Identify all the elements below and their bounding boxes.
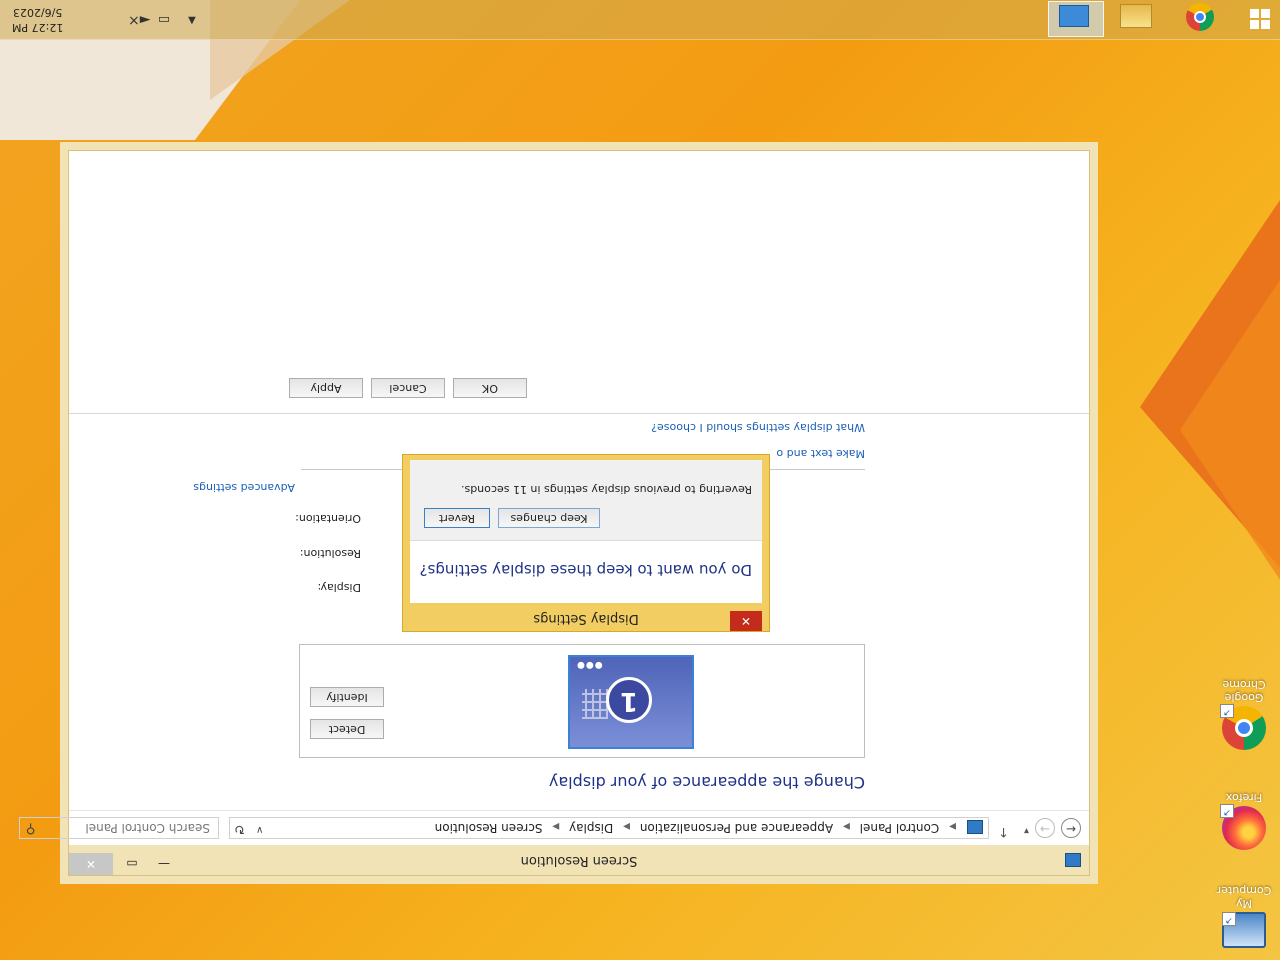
title-bar[interactable]: Screen Resolution — ▭ ✕ [69,845,1089,875]
countdown-message: Reverting to previous display settings i… [461,483,752,496]
control-panel-icon [967,820,983,834]
dialog-close-button[interactable]: ✕ [730,611,762,631]
apply-button[interactable]: Apply [289,378,363,398]
ok-button[interactable]: OK [453,378,527,398]
dialog-body: Do you want to keep these display settin… [410,460,762,603]
firefox-icon: ↗ [1220,804,1266,850]
orientation-label: Orientation: [295,512,361,525]
recent-locations-icon[interactable]: ▾ [1024,825,1029,836]
keep-changes-button[interactable]: Keep changes [498,508,600,528]
grid-icon [582,689,608,719]
text-size-link[interactable]: Make text and o [776,447,865,460]
wallpaper-facet [1180,280,1280,580]
speaker-muted-icon[interactable]: ◄× [128,12,151,28]
control-panel-icon [1059,5,1089,27]
up-button[interactable]: ↑ [998,824,1009,839]
desktop-icon-label: My Computer [1216,884,1272,910]
close-button[interactable]: ✕ [69,853,113,875]
desktop-icon-label: Google Chrome [1222,678,1266,704]
dots-icon: ●●● [576,660,603,670]
desktop: ↗ My Computer ↗ Firefox ↗ Google Chrome … [0,0,1280,960]
advanced-settings-link[interactable]: Advanced settings [193,481,295,494]
display-settings-dialog: Display Settings ✕ Do you want to keep t… [402,454,770,632]
cancel-button[interactable]: Cancel [371,378,445,398]
monitor-1[interactable]: 1 ●●● [568,655,694,749]
folder-icon [1120,4,1152,28]
chevron-right-icon[interactable]: ▶ [843,821,850,831]
breadcrumb: ▶ Control Panel ▶ Appearance and Persona… [435,821,962,835]
search-icon[interactable]: ⚲ [26,821,36,836]
page-title: Change the appearance of your display [548,773,865,792]
system-tray: ▲ ▭ ◄× 12:27 PM 5/6/2023 [0,0,260,39]
computer-icon: ↗ [1222,912,1266,948]
show-hidden-icons-icon[interactable]: ▲ [188,15,196,26]
refresh-icon[interactable]: ↻ [234,821,245,836]
dialog-question: Do you want to keep these display settin… [419,561,752,579]
address-bar-row: ← → ▾ ↑ ▶ Control Panel ▶ Appearance and… [19,810,1089,845]
taskbar-control-panel[interactable] [1048,1,1104,37]
breadcrumb-appearance[interactable]: Appearance and Personalization [640,821,833,835]
search-input[interactable]: Search Control Panel ⚲ [19,817,219,839]
identify-button[interactable]: Identify [310,687,384,707]
chrome-icon: ↗ [1220,704,1266,750]
chevron-right-icon[interactable]: ▶ [623,821,630,831]
taskbar-file-explorer[interactable] [1110,1,1166,37]
desktop-icon-firefox[interactable]: ↗ Firefox [1214,791,1274,850]
minimize-button[interactable]: — [149,853,179,875]
monitor-preview-area: 1 ●●● Identify Detect [299,644,865,758]
chevron-down-icon[interactable]: ∨ [256,824,263,835]
detect-button[interactable]: Detect [310,719,384,739]
breadcrumb-display[interactable]: Display [569,821,613,835]
dialog-title: Display Settings [533,611,639,626]
wallpaper-facet [1140,200,1280,660]
forward-button[interactable]: → [1035,818,1055,838]
address-bar[interactable]: ▶ Control Panel ▶ Appearance and Persona… [229,817,989,839]
desktop-icon-label: Firefox [1225,791,1263,804]
chevron-right-icon[interactable]: ▶ [552,821,559,831]
resolution-label: Resolution: [299,547,361,560]
start-button[interactable] [1250,9,1270,29]
search-placeholder: Search Control Panel [85,821,210,835]
desktop-icon-chrome[interactable]: ↗ Google Chrome [1214,678,1274,750]
back-button[interactable]: ← [1061,818,1081,838]
monitor-number: 1 [606,677,652,723]
dialog-button-strip: Keep changes Revert Reverting to previou… [410,460,762,541]
shortcut-arrow-icon: ↗ [1220,804,1234,818]
revert-button[interactable]: Revert [424,508,490,528]
shortcut-arrow-icon: ↗ [1222,912,1236,926]
battery-icon[interactable]: ▭ [158,12,170,27]
shortcut-arrow-icon: ↗ [1220,704,1234,718]
clock[interactable]: 12:27 PM 5/6/2023 [12,5,63,35]
breadcrumb-screen-resolution[interactable]: Screen Resolution [435,821,543,835]
window-title: Screen Resolution [520,853,638,868]
clock-time: 12:27 PM [12,21,64,34]
desktop-icon-my-computer[interactable]: ↗ My Computer [1214,884,1274,954]
divider [69,413,1089,414]
taskbar-chrome[interactable] [1172,1,1228,37]
clock-date: 5/6/2023 [12,6,63,19]
display-help-link[interactable]: What display settings should I choose? [651,421,865,434]
taskbar: ▲ ▭ ◄× 12:27 PM 5/6/2023 [0,0,1280,40]
chrome-icon [1186,3,1214,31]
breadcrumb-control-panel[interactable]: Control Panel [860,821,940,835]
display-label: Display: [317,581,361,594]
chevron-right-icon: ▶ [949,821,956,831]
maximize-button[interactable]: ▭ [117,853,147,875]
